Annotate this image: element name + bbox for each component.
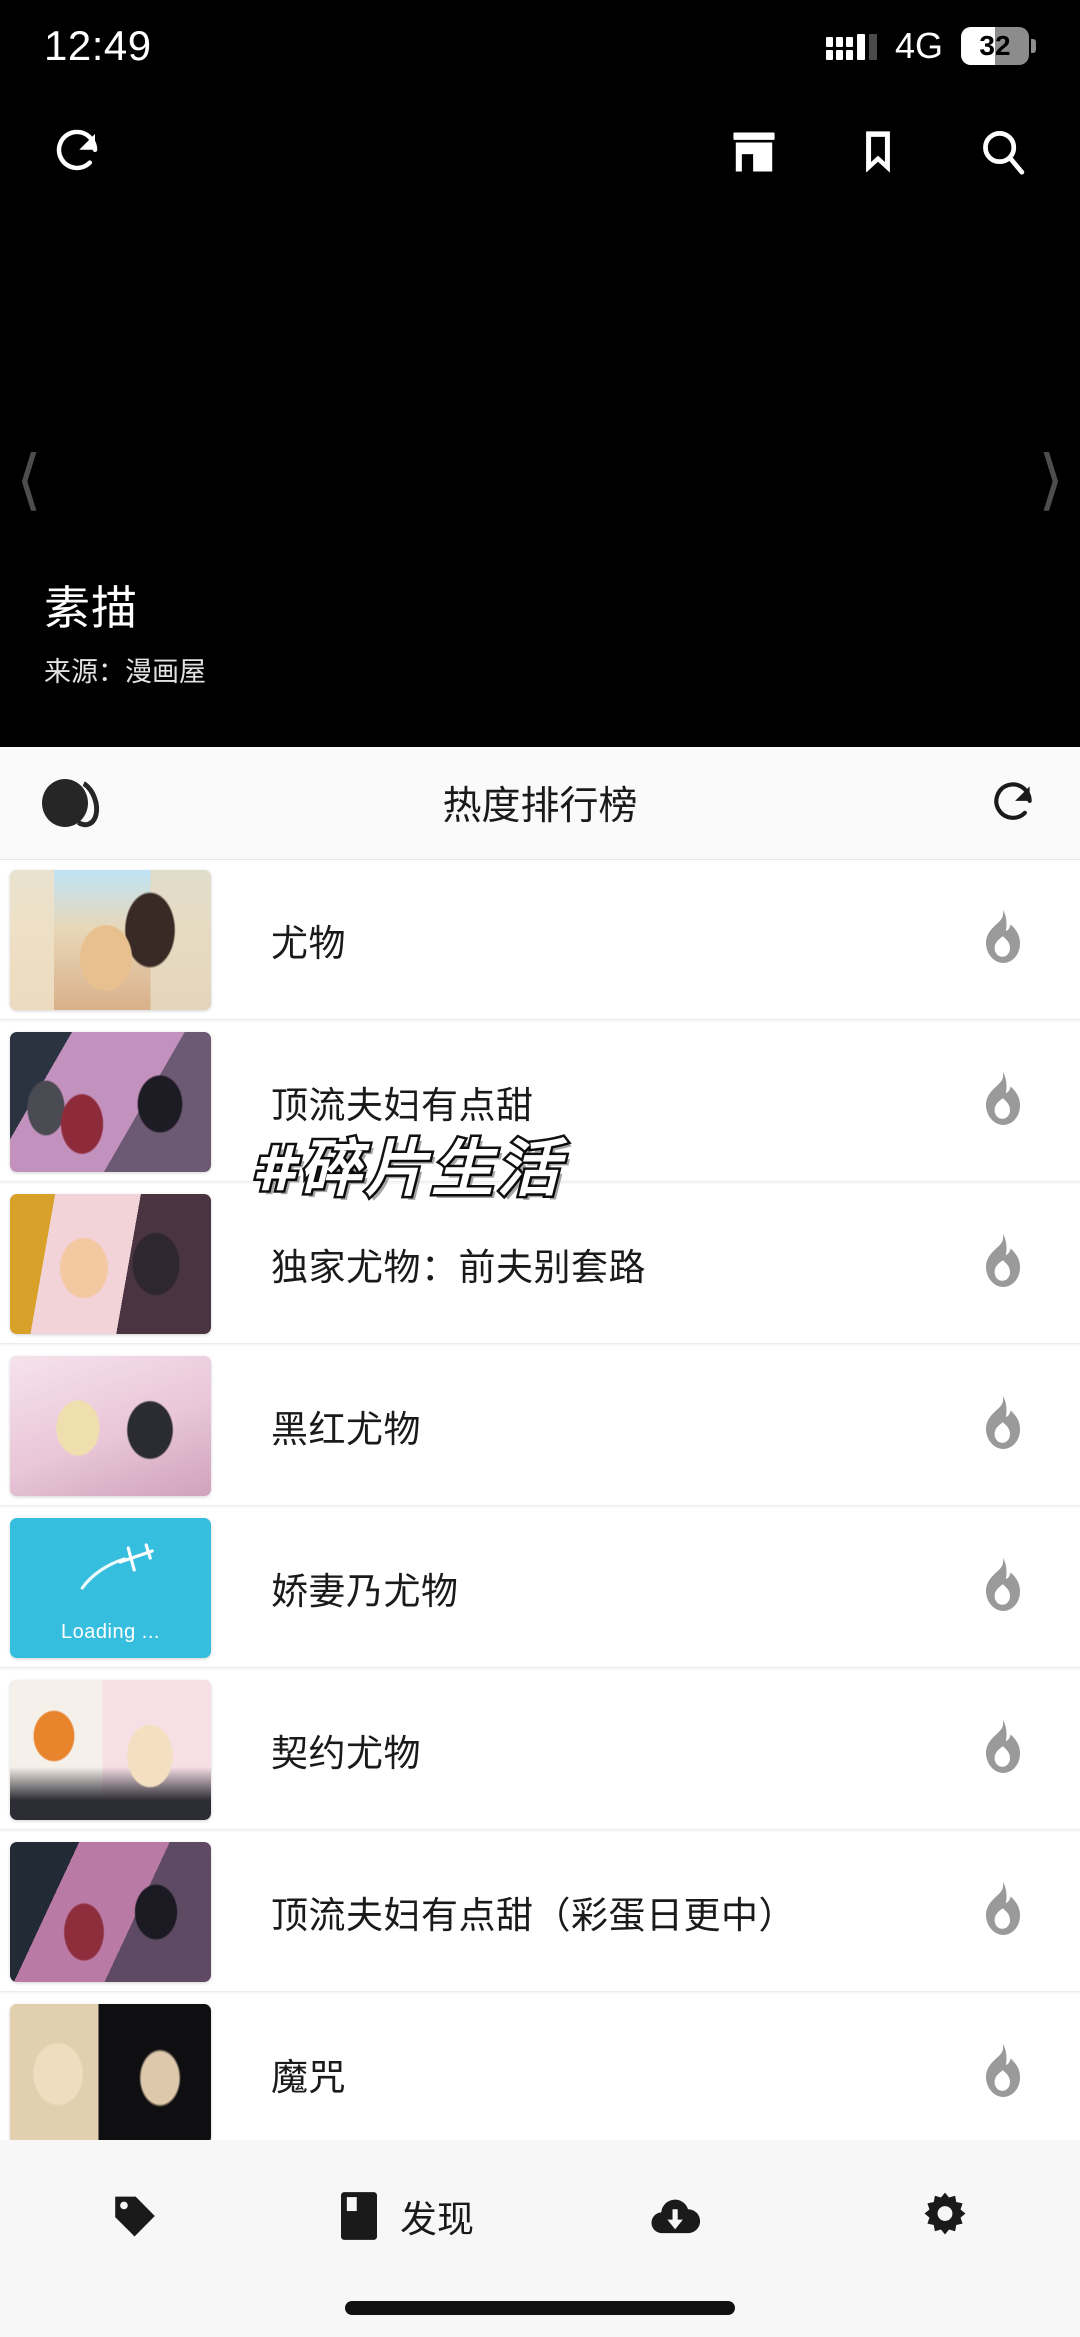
bottom-navigation: 发现 bbox=[0, 2140, 1080, 2337]
list-item[interactable]: Loading ... 娇妻乃尤物 bbox=[0, 1508, 1080, 1668]
search-icon[interactable] bbox=[976, 125, 1030, 179]
list-item-title: 顶流夫妇有点甜（彩蛋日更中） bbox=[271, 1894, 796, 1936]
thumbnail bbox=[10, 1031, 211, 1172]
app-screen: 12:49 4G 32 ⟨ ⟩ 素描 来源：漫画屋 热度排行榜 尤物 顶流夫妇有… bbox=[0, 0, 1080, 2337]
battery-icon: 32 bbox=[961, 27, 1029, 65]
nav-label-discover: 发现 bbox=[400, 2199, 474, 2240]
flame-icon bbox=[978, 1233, 1026, 1294]
flame-icon bbox=[978, 1881, 1026, 1942]
hero-source: 来源：漫画屋 bbox=[44, 657, 206, 687]
nav-item-settings[interactable] bbox=[810, 2168, 1080, 2264]
list-header-title: 热度排行榜 bbox=[442, 785, 638, 828]
list-item-title: 尤物 bbox=[271, 922, 346, 964]
list-item[interactable]: 顶流夫妇有点甜（彩蛋日更中） bbox=[0, 1832, 1080, 1992]
gear-icon bbox=[918, 2189, 972, 2243]
page-title: 素描 bbox=[44, 582, 138, 634]
bookmark-icon[interactable] bbox=[852, 126, 904, 178]
list-item-title: 契约尤物 bbox=[271, 1732, 421, 1774]
dual-sim-signal-icon bbox=[825, 32, 877, 60]
thumbnail bbox=[10, 2003, 211, 2140]
list-item[interactable]: 黑红尤物 bbox=[0, 1346, 1080, 1506]
loading-label: Loading ... bbox=[61, 1620, 160, 1643]
nav-item-download[interactable] bbox=[540, 2168, 810, 2264]
status-bar: 12:49 4G 32 bbox=[0, 0, 1080, 92]
thumbnail bbox=[10, 1679, 211, 1820]
thumbnail bbox=[10, 869, 211, 1010]
thumbnail bbox=[10, 1193, 211, 1334]
flame-icon bbox=[978, 1395, 1026, 1456]
hero-meta: 素描 来源：漫画屋 bbox=[44, 572, 206, 689]
list-item-title: 娇妻乃尤物 bbox=[271, 1570, 459, 1612]
book-icon bbox=[336, 2189, 382, 2243]
nav-item-discover[interactable]: 发现 bbox=[270, 2168, 540, 2264]
thumbnail bbox=[10, 1841, 211, 1982]
status-indicators: 4G 32 bbox=[825, 25, 1036, 67]
list-header: 热度排行榜 bbox=[0, 747, 1080, 860]
thumbnail bbox=[10, 1355, 211, 1496]
list-item[interactable]: 尤物 bbox=[0, 860, 1080, 1020]
home-indicator[interactable] bbox=[345, 2301, 735, 2315]
flame-icon bbox=[978, 2043, 1026, 2104]
status-clock: 12:49 bbox=[44, 22, 152, 69]
refresh-icon[interactable] bbox=[988, 778, 1038, 828]
list-item-title: 魔咒 bbox=[271, 2056, 346, 2098]
watermark-text: #碎片生活 bbox=[249, 1130, 564, 1208]
flame-icon bbox=[978, 1557, 1026, 1618]
chevron-left-icon[interactable]: ⟨ bbox=[16, 446, 42, 513]
flame-icon bbox=[978, 1719, 1026, 1780]
thumbnail-loading: Loading ... bbox=[10, 1517, 211, 1658]
nav-item-tag[interactable] bbox=[0, 2168, 270, 2264]
flame-icon bbox=[978, 909, 1026, 970]
ranking-list[interactable]: 尤物 顶流夫妇有点甜 独家尤物：前夫别套路 黑红尤物 Loading ... 娇… bbox=[0, 860, 1080, 2140]
download-icon bbox=[648, 2189, 702, 2243]
list-item[interactable]: 魔咒 bbox=[0, 1994, 1080, 2140]
refresh-icon[interactable] bbox=[50, 125, 104, 179]
flame-icon bbox=[978, 1071, 1026, 1132]
network-type-label: 4G bbox=[894, 25, 943, 66]
list-item[interactable]: 契约尤物 bbox=[0, 1670, 1080, 1830]
tag-icon bbox=[108, 2189, 162, 2243]
chevron-right-icon[interactable]: ⟩ bbox=[1038, 446, 1064, 513]
list-item[interactable]: 独家尤物：前夫别套路 bbox=[0, 1184, 1080, 1344]
hero-banner[interactable]: ⟨ ⟩ 素描 来源：漫画屋 bbox=[0, 212, 1080, 747]
list-item-title: 黑红尤物 bbox=[271, 1408, 421, 1450]
top-toolbar bbox=[0, 92, 1080, 212]
list-item-title: 独家尤物：前夫别套路 bbox=[271, 1246, 646, 1288]
store-icon[interactable] bbox=[728, 126, 780, 178]
battery-percent: 32 bbox=[979, 30, 1011, 61]
airplane-icon bbox=[74, 1540, 166, 1601]
